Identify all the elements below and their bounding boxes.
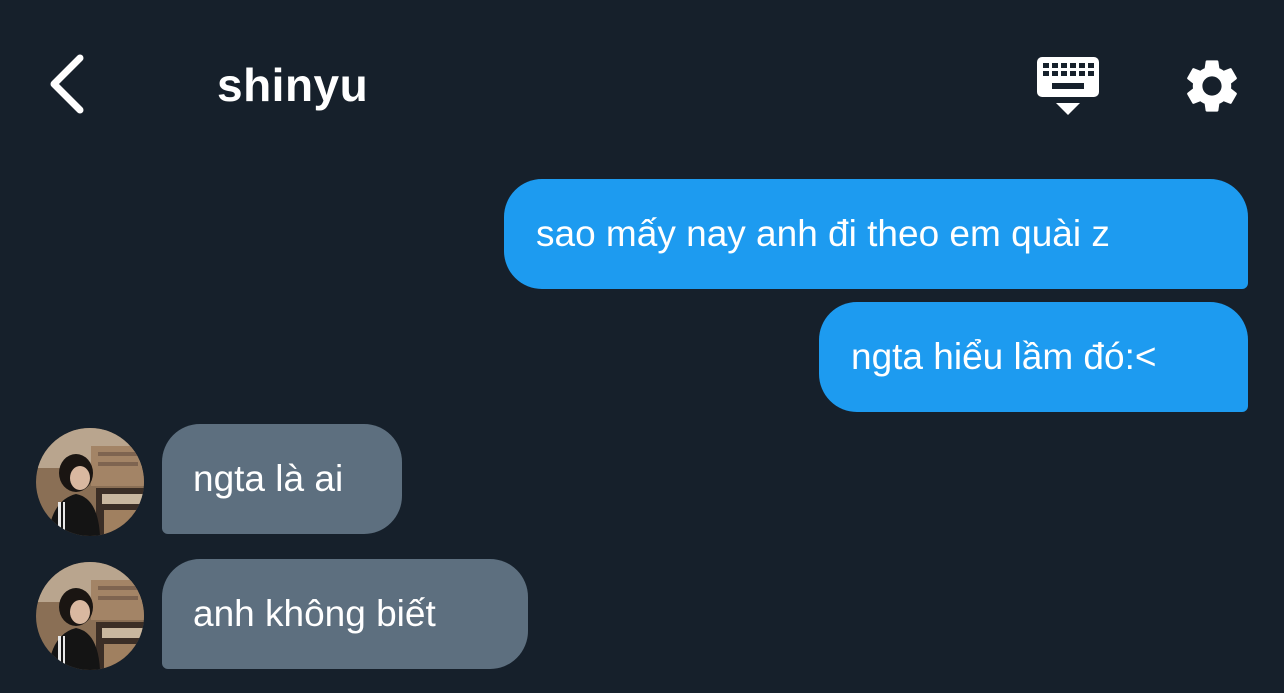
back-button[interactable] [44, 52, 88, 116]
avatar[interactable] [36, 428, 144, 536]
message-text: sao mấy nay anh đi theo em quài z [536, 213, 1110, 254]
avatar-photo [36, 562, 144, 670]
keyboard-button[interactable] [1034, 54, 1102, 118]
avatar[interactable] [36, 562, 144, 670]
conversation-title: shinyu [217, 59, 369, 111]
incoming-message[interactable]: anh không biết [162, 559, 528, 669]
incoming-message[interactable]: ngta là ai [162, 424, 402, 534]
outgoing-message[interactable]: sao mấy nay anh đi theo em quài z [504, 179, 1248, 289]
chevron-left-icon [50, 54, 84, 114]
message-text: ngta là ai [193, 458, 344, 499]
chat-screen: shinyu sao mấy nay anh đi theo em quài z… [0, 0, 1284, 693]
outgoing-message[interactable]: ngta hiểu lầm đó:< [819, 302, 1248, 412]
message-text: anh không biết [193, 593, 436, 634]
avatar-photo [36, 428, 144, 536]
settings-button[interactable] [1180, 54, 1244, 118]
message-text: ngta hiểu lầm đó:< [851, 336, 1157, 377]
gear-icon [1187, 60, 1237, 112]
keyboard-icon [1037, 57, 1099, 115]
